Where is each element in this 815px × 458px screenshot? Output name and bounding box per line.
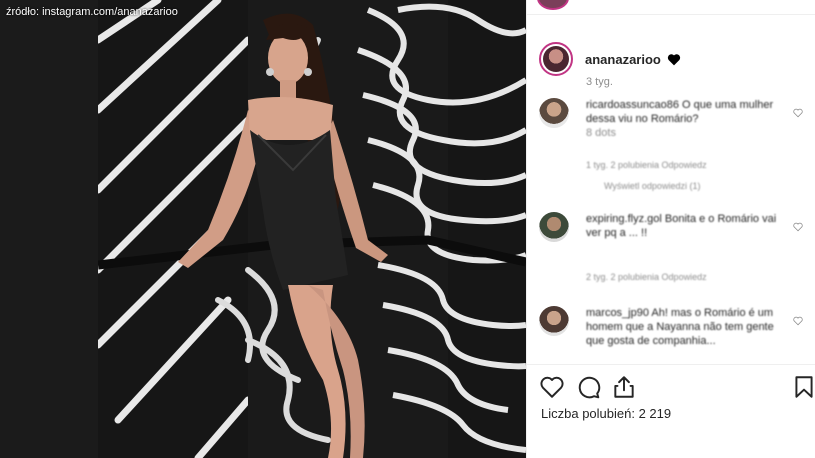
header-avatar[interactable] <box>537 0 569 10</box>
post-age: 3 tyg. <box>586 76 613 88</box>
author-avatar[interactable] <box>539 42 573 76</box>
share-icon[interactable] <box>611 374 637 400</box>
comment-meta[interactable]: 2 tyg. 2 polubienia Odpowiedz <box>586 272 707 282</box>
bookmark-icon[interactable] <box>791 374 815 400</box>
actions-divider <box>527 364 815 365</box>
likes-count[interactable]: Liczba polubień: 2 219 <box>541 406 671 421</box>
comment-meta[interactable]: 1 tyg. 2 polubienia Odpowiedz <box>586 160 707 170</box>
comment-like-icon[interactable] <box>793 316 803 326</box>
comment-text: marcos_jp90 Ah! mas o Romário é um homem… <box>586 307 774 347</box>
heart-outline-icon[interactable] <box>539 374 565 400</box>
source-caption: źródło: instagram.com/ananazarioo <box>6 6 178 18</box>
comment-text: ricardoassuncao86 O que uma mulher dessa… <box>586 99 774 139</box>
comment-avatar[interactable] <box>539 212 569 242</box>
comment-avatar[interactable] <box>539 306 569 336</box>
black-heart-icon <box>667 53 681 66</box>
comment-icon[interactable] <box>575 374 601 400</box>
header-divider <box>527 14 815 15</box>
post-photo[interactable] <box>98 0 526 458</box>
author-name[interactable]: ananazarioo <box>585 52 661 67</box>
left-dark-strip <box>0 0 98 458</box>
post-side-panel: ananazarioo 3 tyg. ricardoassuncao86 O q… <box>526 0 815 458</box>
comment-avatar[interactable] <box>539 98 569 128</box>
comment-like-icon[interactable] <box>793 108 803 118</box>
post-photo-illustration <box>98 0 526 458</box>
comment-like-icon[interactable] <box>793 222 803 232</box>
author-row: ananazarioo <box>539 42 681 76</box>
comment-text: expiring.flyz.gol Bonita e o Romário vai… <box>586 213 777 239</box>
view-replies-link[interactable]: Wyświetl odpowiedzi (1) <box>604 181 700 191</box>
